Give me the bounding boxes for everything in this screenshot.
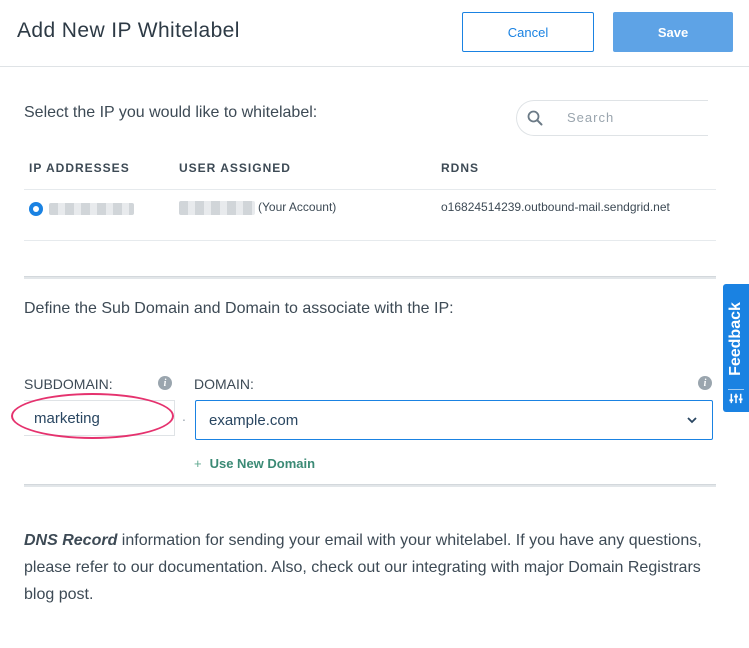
subdomain-input[interactable] (24, 400, 175, 436)
subdomain-label: SUBDOMAIN: (24, 376, 113, 392)
rdns-value: o16824514239.outbound-mail.sendgrid.net (441, 200, 670, 214)
cancel-button[interactable]: Cancel (462, 12, 594, 52)
feedback-label: Feedback (727, 302, 744, 376)
ip-radio-button[interactable] (29, 202, 43, 216)
domain-selected-value: example.com (209, 412, 299, 429)
use-new-domain-label: Use New Domain (209, 456, 316, 471)
save-button[interactable]: Save (613, 12, 733, 52)
subdomain-info-icon[interactable]: i (158, 376, 172, 390)
dns-record-info: DNS Record information for sending your … (24, 527, 724, 608)
chevron-down-icon (687, 417, 697, 424)
redacted-ip-address (49, 203, 134, 215)
dns-record-strong: DNS Record (24, 532, 118, 549)
column-header-user-assigned[interactable]: USER ASSIGNED (179, 161, 291, 175)
use-new-domain-link[interactable]: + Use New Domain (194, 456, 315, 471)
domain-select[interactable]: example.com (195, 400, 713, 440)
plus-icon: + (194, 456, 202, 471)
section-divider (24, 276, 716, 279)
feedback-label-wrap: Feedback (727, 294, 745, 384)
domain-info-icon[interactable]: i (698, 376, 712, 390)
modal-title: Add New IP Whitelabel (17, 19, 240, 42)
table-header-divider (24, 189, 716, 190)
dns-record-text: information for sending your email with … (24, 532, 702, 603)
table-bottom-divider (24, 240, 716, 241)
search-icon (527, 110, 543, 126)
modal-header: Add New IP Whitelabel Cancel Save (0, 0, 749, 67)
ip-select-prompt: Select the IP you would like to whitelab… (24, 104, 318, 121)
column-header-rdns[interactable]: RDNS (441, 161, 479, 175)
feedback-sliders-icon (728, 389, 744, 404)
redacted-user-name (179, 201, 255, 215)
domain-define-prompt: Define the Sub Domain and Domain to asso… (24, 300, 454, 317)
user-assigned-suffix: (Your Account) (258, 200, 337, 214)
domain-separator-dot: . (182, 408, 186, 424)
ip-search-box[interactable] (516, 100, 708, 136)
column-header-ip-addresses[interactable]: IP ADDRESSES (29, 161, 130, 175)
search-input[interactable] (567, 110, 697, 125)
domain-label: DOMAIN: (194, 376, 254, 392)
section-divider (24, 484, 716, 487)
feedback-tab[interactable]: Feedback (723, 284, 749, 412)
